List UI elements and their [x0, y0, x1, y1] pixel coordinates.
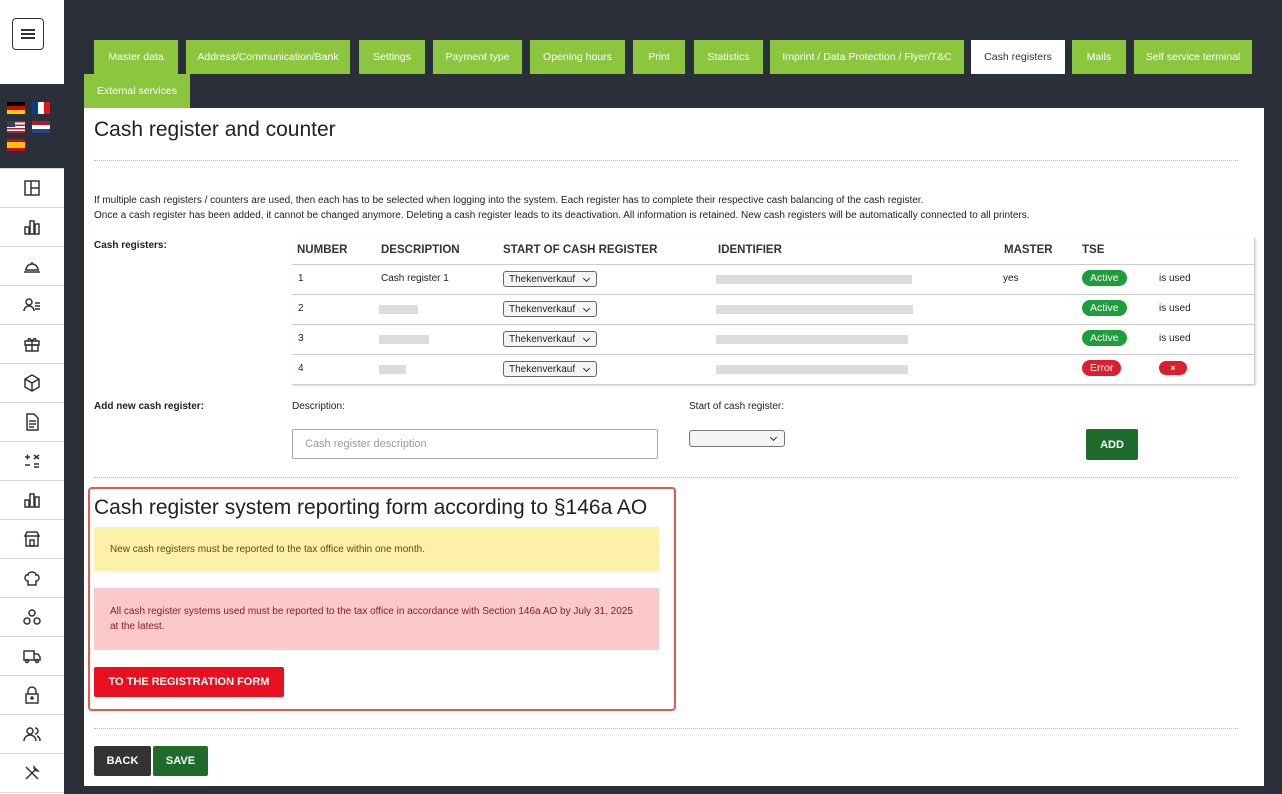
german-flag-icon[interactable] [7, 102, 25, 114]
cash-registers-label: Cash registers: [94, 240, 167, 251]
english-flag-icon[interactable] [7, 121, 25, 133]
bar-chart-icon[interactable] [0, 208, 64, 247]
main-panel: Cash register and counter If multiple ca… [84, 108, 1264, 786]
dutch-flag-icon[interactable] [32, 121, 50, 133]
store-icon[interactable] [0, 520, 64, 559]
identifier-redacted [716, 275, 912, 284]
cloche-icon[interactable] [0, 247, 64, 286]
description-redacted [379, 365, 406, 374]
header-tse: TSE [1082, 244, 1105, 256]
tse-badge: Active [1082, 300, 1127, 316]
row-description: Cash register 1 [381, 273, 449, 284]
add-button[interactable]: ADD [1086, 429, 1138, 460]
notice-yellow-text: New cash registers must be reported to t… [110, 543, 425, 555]
tse-badge: Active [1082, 330, 1127, 346]
row-status: is used [1159, 333, 1191, 344]
cash-registers-table: NUMBER DESCRIPTION START OF CASH REGISTE… [292, 238, 1255, 385]
header-start: START OF CASH REGISTER [503, 244, 658, 256]
lock-icon[interactable] [0, 676, 64, 715]
header-number: NUMBER [297, 244, 348, 256]
description-redacted [379, 305, 418, 314]
back-button[interactable]: BACK [94, 746, 151, 776]
table-row: 3 Thekenverkauf Active is used [292, 324, 1254, 355]
info-text: If multiple cash registers / counters ar… [94, 193, 1030, 223]
sidebar-nav [0, 168, 64, 793]
delivery-truck-icon[interactable] [0, 637, 64, 676]
tools-icon[interactable] [0, 754, 64, 793]
document-icon[interactable] [0, 403, 64, 442]
header-identifier: IDENTIFIER [718, 244, 782, 256]
row-number: 4 [298, 363, 304, 374]
tab-print[interactable]: Print [633, 40, 685, 74]
tab-payment-type[interactable]: Payment type [433, 40, 522, 74]
identifier-redacted [716, 335, 908, 344]
chef-hat-icon[interactable] [0, 559, 64, 598]
tab-mails[interactable]: Mails [1072, 40, 1126, 74]
calculator-icon[interactable] [0, 442, 64, 481]
start-select[interactable]: Thekenverkauf [503, 301, 597, 317]
dashboard-icon[interactable] [0, 168, 64, 208]
french-flag-icon[interactable] [32, 102, 50, 114]
table-row: 4 Thekenverkauf Error × [292, 354, 1254, 385]
identifier-redacted [716, 365, 908, 374]
statistics-icon[interactable] [0, 481, 64, 520]
tab-opening-hours[interactable]: Opening hours [530, 40, 625, 74]
info-line-2: Once a cash register has been added, it … [94, 210, 1030, 221]
tab-self-service-terminal[interactable]: Self service terminal [1134, 40, 1252, 74]
sidebar [0, 0, 64, 794]
tab-statistics[interactable]: Statistics [694, 40, 763, 74]
start-of-register-select[interactable] [689, 430, 785, 447]
row-number: 1 [298, 273, 304, 284]
tab-settings[interactable]: Settings [359, 40, 425, 74]
start-select[interactable]: Thekenverkauf [503, 271, 597, 287]
notice-yellow: New cash registers must be reported to t… [94, 527, 659, 571]
tab-imprint[interactable]: Imprint / Data Protection / Flyer/T&C [770, 40, 964, 74]
user-list-icon[interactable] [0, 286, 64, 325]
notice-red-text: All cash register systems used must be r… [110, 606, 633, 632]
menu-icon[interactable] [12, 18, 44, 50]
row-status: is used [1159, 273, 1191, 284]
page-title: Cash register and counter [94, 118, 336, 141]
tab-external-services[interactable]: External services [84, 74, 190, 108]
start-select[interactable]: Thekenverkauf [503, 361, 597, 377]
box-icon[interactable] [0, 364, 64, 403]
spanish-flag-icon[interactable] [7, 139, 25, 151]
reporting-title: Cash register system reporting form acco… [94, 496, 648, 519]
description-redacted [379, 335, 429, 344]
description-label: Description: [292, 401, 345, 412]
tab-address[interactable]: Address/Communication/Bank [186, 40, 350, 74]
row-status: is used [1159, 303, 1191, 314]
start-label: Start of cash register: [689, 401, 785, 412]
language-flags [0, 84, 64, 170]
notice-red: All cash register systems used must be r… [94, 588, 659, 650]
start-select[interactable]: Thekenverkauf [503, 331, 597, 347]
row-number: 2 [298, 303, 304, 314]
tab-cash-registers[interactable]: Cash registers [971, 40, 1065, 74]
divider [94, 160, 1238, 161]
tse-badge: Active [1082, 270, 1127, 286]
groups-icon[interactable] [0, 598, 64, 637]
table-row: 2 Thekenverkauf Active is used [292, 294, 1254, 325]
description-input[interactable]: Cash register description [292, 429, 658, 459]
divider [94, 477, 1238, 478]
identifier-redacted [716, 305, 913, 314]
tse-badge: Error [1082, 360, 1122, 376]
divider [94, 728, 1238, 729]
row-master: yes [1003, 273, 1019, 284]
header-master: MASTER [1004, 244, 1053, 256]
reporting-form-box: Cash register system reporting form acco… [88, 487, 676, 711]
header-description: DESCRIPTION [381, 244, 460, 256]
info-line-1: If multiple cash registers / counters ar… [94, 195, 924, 206]
row-number: 3 [298, 333, 304, 344]
save-button[interactable]: SAVE [153, 746, 208, 776]
add-new-label: Add new cash register: [94, 401, 205, 412]
table-row: 1 Cash register 1 Thekenverkauf yes Acti… [292, 264, 1254, 295]
gift-icon[interactable] [0, 325, 64, 364]
tab-master-data[interactable]: Master data [94, 40, 178, 74]
delete-register-button[interactable]: × [1159, 361, 1187, 375]
registration-form-button[interactable]: TO THE REGISTRATION FORM [94, 667, 284, 697]
users-icon[interactable] [0, 715, 64, 754]
